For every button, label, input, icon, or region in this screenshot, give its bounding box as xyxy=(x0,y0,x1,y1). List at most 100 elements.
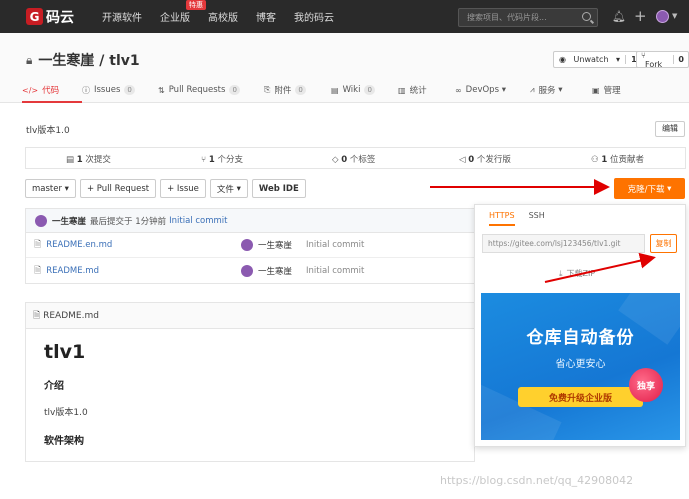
nav-link-enterprise-label: 企业版 xyxy=(160,13,190,24)
exclusive-badge: 独享 xyxy=(629,368,663,402)
tab-wiki-label: Wiki xyxy=(342,85,361,95)
tab-pull-requests[interactable]: ⇅ Pull Requests 0 xyxy=(158,81,264,99)
tab-manage[interactable]: ▣ 管理 xyxy=(592,81,632,99)
copy-url-button[interactable]: 复制 xyxy=(650,234,677,253)
issues-icon: ⓘ xyxy=(82,85,90,95)
stat-commits[interactable]: ▤ 1 次提交 xyxy=(66,153,111,165)
upgrade-enterprise-button[interactable]: 免费升级企业版 xyxy=(518,387,643,407)
project-description: tlv版本1.0 xyxy=(26,126,70,136)
nav-link-my-gitee[interactable]: 我的码云 xyxy=(294,9,334,24)
search-placeholder: 搜索项目、代码片段... xyxy=(467,13,547,22)
tab-manage-label: 管理 xyxy=(603,86,621,96)
enterprise-promo-banner[interactable]: 仓库自动备份 省心更安心 免费升级企业版 独享 xyxy=(481,293,680,440)
avatar xyxy=(241,264,253,277)
commit-message[interactable]: Initial commit xyxy=(169,216,227,226)
file-name[interactable]: README.md xyxy=(46,266,99,276)
project-tabs: </> 代码 ⓘ Issues 0 ⇅ Pull Requests 0 ⎘ 附件… xyxy=(22,81,632,103)
download-zip-link[interactable]: ⤓ 下载ZIP xyxy=(559,268,595,279)
pull-request-button[interactable]: + Pull Request xyxy=(79,179,157,198)
web-ide-button[interactable]: Web IDE xyxy=(251,179,306,198)
tab-devops-label: DevOps xyxy=(465,85,499,95)
download-zip-label: 下载ZIP xyxy=(566,269,596,278)
tab-https[interactable]: HTTPS xyxy=(489,211,515,226)
tab-devops[interactable]: ∞ DevOps ▾ xyxy=(455,81,530,99)
project-title-text[interactable]: 一生寒崖 / tlv1 xyxy=(38,50,139,70)
fork-count[interactable]: 0 xyxy=(673,55,688,64)
logo-text: 码云 xyxy=(46,9,74,26)
edit-description-button[interactable]: 编辑 xyxy=(655,121,685,137)
logo-mark-icon: G xyxy=(26,8,43,25)
file-name[interactable]: README.en.md xyxy=(46,240,112,250)
repo-toolbar: master ▾ + Pull Request + Issue 文件 ▾ Web… xyxy=(25,179,306,198)
nav-link-blog[interactable]: 博客 xyxy=(256,9,276,24)
tab-attachments[interactable]: ⎘ 附件 0 xyxy=(264,81,331,99)
top-navbar: G 码云 开源软件 企业版 特惠 高校版 博客 我的码云 搜索项目、代码片段..… xyxy=(0,0,689,33)
readme-header: 🗎︎ README.md xyxy=(26,303,474,329)
issue-button[interactable]: + Issue xyxy=(160,179,206,198)
watch-label: ◉ Unwatch ▾ xyxy=(559,55,621,64)
tab-code[interactable]: </> 代码 xyxy=(22,81,82,103)
clone-download-label: 克隆/下载 xyxy=(627,184,665,195)
file-icon: 🗎︎ xyxy=(33,310,44,321)
file-list: 一生寒崖 最后提交于 1分钟前 Initial commit 🗎︎ README… xyxy=(25,208,475,284)
clone-protocol-tabs: HTTPS SSH xyxy=(489,211,559,226)
last-commit-bar: 一生寒崖 最后提交于 1分钟前 Initial commit xyxy=(26,209,474,233)
gitee-logo[interactable]: G 码云 xyxy=(26,7,74,27)
tab-stats[interactable]: ▥ 统计 xyxy=(398,81,455,99)
file-commit-message[interactable]: Initial commit xyxy=(306,266,364,276)
user-avatar[interactable] xyxy=(656,10,669,23)
file-author: 一生寒崖 xyxy=(241,239,292,251)
tab-service[interactable]: ⩘ 服务 ▾ xyxy=(530,81,592,99)
plus-icon[interactable]: + xyxy=(634,7,647,25)
clone-url-input[interactable]: https://gitee.com/lsj123456/tlv1.git xyxy=(482,234,645,253)
tab-attachments-count: 0 xyxy=(295,85,306,95)
avatar xyxy=(35,214,47,227)
table-row[interactable]: 🗎︎ README.en.md 一生寒崖 Initial commit xyxy=(26,233,474,258)
project-header: 🔒︎ 一生寒崖 / tlv1 ◉ Unwatch ▾ 1 ⑂ Fork 0 </… xyxy=(0,33,689,103)
tab-stats-label: 统计 xyxy=(409,86,427,96)
nav-link-opensource[interactable]: 开源软件 xyxy=(102,9,142,24)
pull-request-icon: ⇅ xyxy=(158,85,165,95)
wiki-icon: ▤ xyxy=(331,85,339,95)
fork-label: ⑂ Fork xyxy=(641,50,663,69)
tab-wiki-count: 0 xyxy=(364,85,375,95)
search-input[interactable]: 搜索项目、代码片段... xyxy=(458,8,598,27)
stat-tags[interactable]: ◇ 0 个标签 xyxy=(332,153,375,165)
file-icon: 🗎︎ xyxy=(34,240,42,250)
watch-button[interactable]: ◉ Unwatch ▾ 1 xyxy=(553,51,643,68)
stat-contributors[interactable]: ⚇ 1 位贡献者 xyxy=(591,153,644,165)
avatar xyxy=(241,239,253,251)
tab-attachments-label: 附件 xyxy=(274,86,292,96)
search-icon[interactable] xyxy=(582,12,591,21)
readme-body: tlv1 介绍 tlv版本1.0 软件架构 xyxy=(26,341,474,447)
chevron-down-icon[interactable]: ▼ xyxy=(672,12,677,20)
stat-releases[interactable]: ◁ 0 个发行版 xyxy=(459,153,511,165)
commit-author[interactable]: 一生寒崖 xyxy=(52,215,86,227)
download-icon: ⤓ xyxy=(559,268,563,278)
clone-download-button[interactable]: 克隆/下载 ▾ xyxy=(614,178,685,199)
chevron-down-icon: ▾ xyxy=(555,85,563,95)
tab-code-label: 代码 xyxy=(42,86,60,96)
bell-icon[interactable]: 🔔︎ xyxy=(612,10,626,23)
code-icon: </> xyxy=(22,85,39,95)
nav-link-enterprise[interactable]: 企业版 特惠 xyxy=(160,0,206,24)
file-commit-message[interactable]: Initial commit xyxy=(306,240,364,250)
commit-label: 最后提交于 xyxy=(90,216,133,227)
tab-wiki[interactable]: ▤ Wiki 0 xyxy=(331,81,398,99)
fork-button[interactable]: ⑂ Fork 0 xyxy=(636,50,689,69)
commit-time: 1分钟前 xyxy=(135,216,167,227)
banner-title: 仓库自动备份 xyxy=(526,328,635,348)
service-icon: ⩘ xyxy=(530,85,535,94)
file-menu-button[interactable]: 文件 ▾ xyxy=(209,179,248,198)
nav-link-education[interactable]: 高校版 xyxy=(208,9,238,24)
branch-select[interactable]: master ▾ xyxy=(25,179,76,198)
clone-dropdown: HTTPS SSH https://gitee.com/lsj123456/tl… xyxy=(474,204,686,447)
readme-filename: README.md xyxy=(43,310,99,321)
attachment-icon: ⎘ xyxy=(264,85,271,94)
tab-issues[interactable]: ⓘ Issues 0 xyxy=(82,81,158,99)
table-row[interactable]: 🗎︎ README.md 一生寒崖 Initial commit xyxy=(26,258,474,283)
lock-icon: 🔒︎ xyxy=(26,52,33,67)
stat-branches[interactable]: ⑂ 1 个分支 xyxy=(201,153,243,165)
tab-ssh[interactable]: SSH xyxy=(529,211,545,226)
watermark: https://blog.csdn.net/qq_42908042 xyxy=(440,474,634,487)
